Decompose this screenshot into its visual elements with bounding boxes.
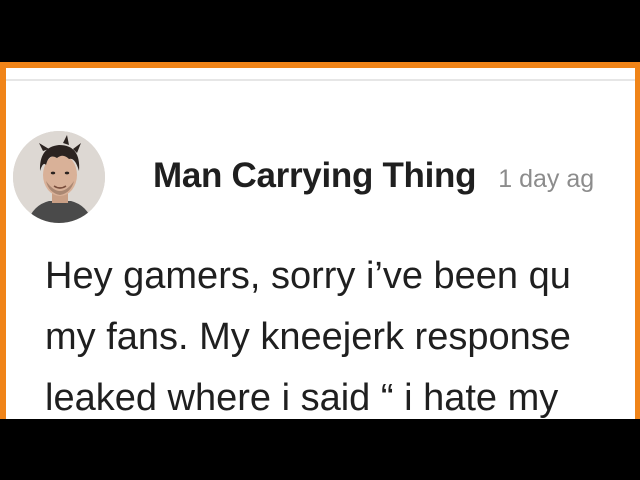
divider <box>6 79 635 81</box>
avatar-photo-icon <box>13 131 105 223</box>
comment-line: leaked where i said “ i hate my <box>45 377 559 419</box>
avatar[interactable] <box>13 131 105 223</box>
comment-line: my fans. My kneejerk response <box>45 316 571 358</box>
timestamp: 1 day ag <box>498 165 595 193</box>
comment-body: Hey gamers, sorry i’ve been qu my fans. … <box>45 246 635 419</box>
author-name[interactable]: Man Carrying Thing <box>153 156 477 195</box>
comment-card: Man Carrying Thing 1 day ag Hey gamers, s… <box>6 68 635 419</box>
comment-header: Man Carrying Thing 1 day ag <box>153 156 594 196</box>
letterbox-bottom <box>0 419 640 480</box>
comment-line: Hey gamers, sorry i’ve been qu <box>45 255 571 297</box>
video-frame: Man Carrying Thing 1 day ag Hey gamers, s… <box>0 62 640 419</box>
